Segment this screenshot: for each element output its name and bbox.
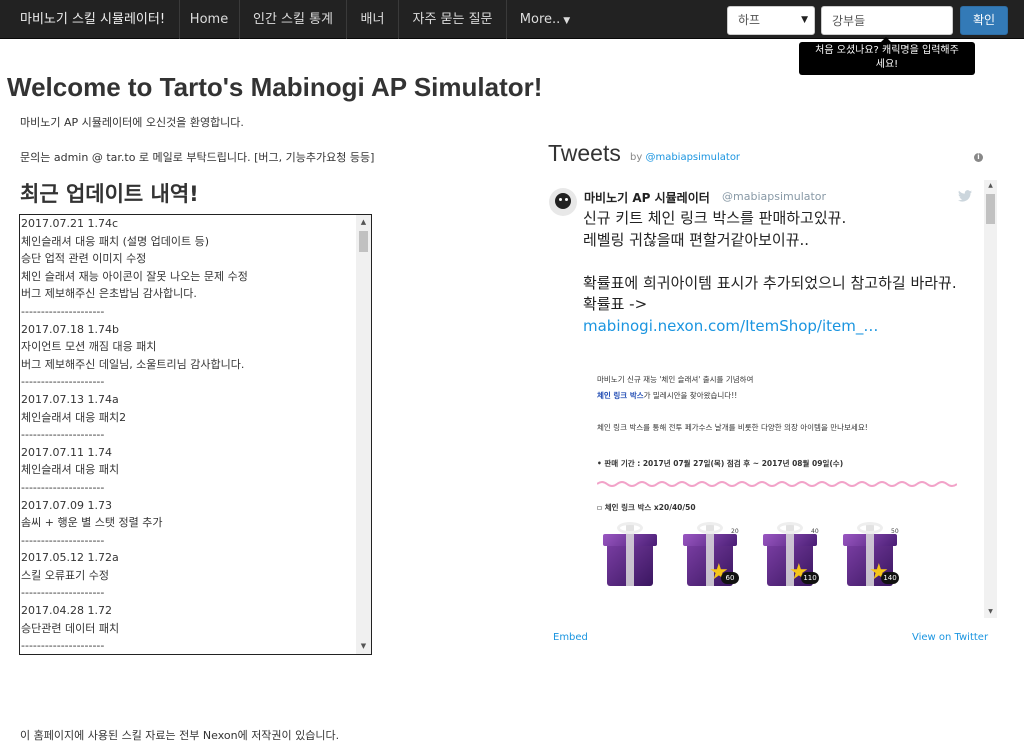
update-log-textarea[interactable]: 2017.07.21 1.74c 체인슬래셔 대응 패치 (설명 업데이트 등)… <box>19 214 372 655</box>
gift-badge: 110 <box>801 572 819 584</box>
update-log-text: 2017.07.21 1.74c 체인슬래셔 대응 패치 (설명 업데이트 등)… <box>21 217 248 653</box>
image-text-line-4: • 판매 기간 : 2017년 07월 27일(목) 점검 후 ~ 2017년 … <box>597 459 844 468</box>
avatar[interactable] <box>549 188 577 216</box>
dropdown-arrow-icon: ▼ <box>801 15 808 25</box>
tweet-line-3: 확률표에 희귀아이템 표시가 추가되었으니 참고하길 바라뀨. <box>583 273 957 292</box>
scrollbar-thumb[interactable] <box>986 194 995 224</box>
decorative-wave <box>597 481 957 487</box>
image-text-line-5: ▫ 체인 링크 박스 x20/40/50 <box>597 503 696 512</box>
nav-more-label: More.. <box>519 12 561 27</box>
image-text-rest: 가 밀레시안을 찾아왔습니다!! <box>643 391 738 400</box>
gift-box-image: 40 ★ 110 <box>759 520 823 588</box>
gift-count-label: 50 <box>891 528 899 535</box>
scroll-down-arrow-icon[interactable]: ▼ <box>356 639 371 654</box>
image-text-highlight: 체인 링크 박스 <box>597 391 644 400</box>
tweet-line-2: 레벨링 귀찮을때 편할거같아보이뀨.. <box>583 230 810 249</box>
tweet-author-name[interactable]: 마비노기 AP 시뮬레이터 <box>584 189 710 206</box>
character-name-input[interactable] <box>821 6 953 35</box>
server-select[interactable]: 하프 ▼ <box>727 6 815 35</box>
byline-handle-link[interactable]: @mabiapsimulator <box>645 152 740 163</box>
embed-link[interactable]: Embed <box>553 632 588 643</box>
gift-box-image: 20 ★ 60 <box>679 520 743 588</box>
scroll-up-arrow-icon[interactable]: ▲ <box>356 215 371 230</box>
nav-banner[interactable]: 배너 <box>347 0 399 39</box>
image-text-line-1: 마비노기 신규 재능 '체인 슬래셔' 출시를 기념하여 <box>597 375 754 384</box>
tweet-line-1: 신규 키트 체인 링크 박스를 판매하고있뀨. <box>583 209 847 227</box>
confirm-button[interactable]: 확인 <box>960 6 1008 35</box>
update-log-scrollbar[interactable]: ▲ ▼ <box>356 215 371 654</box>
scroll-down-arrow-icon[interactable]: ▼ <box>984 606 997 618</box>
gift-box-image <box>599 520 663 588</box>
welcome-text: 마비노기 AP 시뮬레이터에 오신것을 환영합니다. <box>20 116 244 129</box>
contact-text: 문의는 admin @ tar.to 로 메일로 부탁드립니다. [버그, 기능… <box>20 151 375 164</box>
twitter-widget-byline: by @mabiapsimulator <box>630 152 740 163</box>
twitter-widget-scrollbar[interactable]: ▲ ▼ <box>984 180 997 618</box>
tweet-image[interactable]: 마비노기 신규 재능 '체인 슬래셔' 출시를 기념하여 체인 링크 박스가 밀… <box>583 360 975 610</box>
character-name-tooltip: 처음 오셨나요? 캐릭명을 입력해주 세요! <box>799 37 975 75</box>
byline-prefix: by <box>630 152 646 163</box>
nav-faq[interactable]: 자주 묻는 질문 <box>399 0 507 39</box>
image-text-line-3: 체인 링크 박스를 통해 전투 페가수스 날개를 비롯한 다양한 의장 아이템을… <box>597 423 868 432</box>
nav-home[interactable]: Home <box>179 0 240 39</box>
copyright-text: 이 홈페이지에 사용된 스킬 자료는 전부 Nexon에 저작권이 있습니다. <box>20 729 340 742</box>
tweet-author-handle[interactable]: @mabiapsimulator <box>722 190 826 203</box>
tweet-line-4: 확률표 -> <box>583 295 648 313</box>
gift-badge: 60 <box>721 572 739 584</box>
tweet-text: 신규 키트 체인 링크 박스를 판매하고있뀨. 레벨링 귀찮을때 편할거같아보이… <box>583 208 973 337</box>
nav-human-skill-stats[interactable]: 인간 스킬 통계 <box>240 0 347 39</box>
nav-more-dropdown[interactable]: More.. ▼ <box>507 0 583 39</box>
top-navbar: 마비노기 스킬 시뮬레이터! Home 인간 스킬 통계 배너 자주 묻는 질문… <box>0 0 1024 39</box>
tweet-card: 마비노기 AP 시뮬레이터 @mabiapsimulator 신규 키트 체인 … <box>546 180 998 618</box>
tweet-link[interactable]: mabinogi.nexon.com/ItemShop/item_… <box>583 316 973 338</box>
chevron-down-icon: ▼ <box>563 16 571 26</box>
tooltip-line-1: 처음 오셨나요? 캐릭명을 입력해주 <box>815 45 959 56</box>
twitter-bird-icon[interactable] <box>958 190 972 202</box>
gift-box-image: 50 ★ 140 <box>839 520 903 588</box>
scrollbar-thumb[interactable] <box>359 231 368 252</box>
page-title: Welcome to Tarto's Mabinogi AP Simulator… <box>7 72 543 102</box>
image-text-line-2: 체인 링크 박스가 밀레시안을 찾아왔습니다!! <box>597 390 737 401</box>
brand-link[interactable]: 마비노기 스킬 시뮬레이터! <box>0 0 181 39</box>
view-on-twitter-link[interactable]: View on Twitter <box>912 632 988 643</box>
gift-badge: 140 <box>881 572 899 584</box>
scroll-up-arrow-icon[interactable]: ▲ <box>984 180 997 192</box>
gift-count-label: 40 <box>811 528 819 535</box>
tooltip-line-2: 세요! <box>875 59 899 70</box>
gift-count-label: 20 <box>731 528 739 535</box>
info-icon[interactable]: i <box>974 153 983 162</box>
server-select-value: 하프 <box>738 13 761 27</box>
twitter-widget-title: Tweets <box>548 140 621 166</box>
updates-heading: 최근 업데이트 내역! <box>20 182 199 206</box>
